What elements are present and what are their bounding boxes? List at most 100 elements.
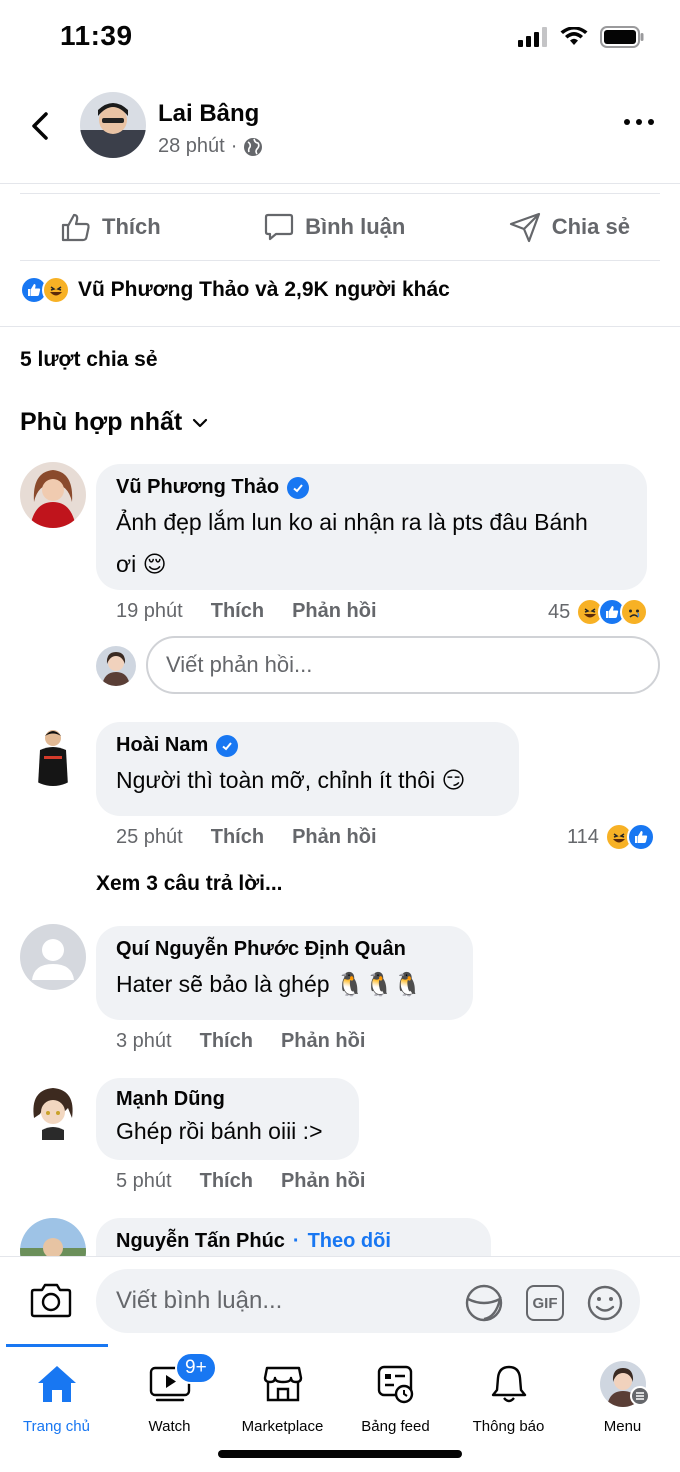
home-indicator — [218, 1450, 462, 1458]
globe-icon — [244, 137, 263, 156]
comment-reply-button[interactable]: Phản hồi — [292, 826, 376, 849]
camera-button[interactable] — [30, 1281, 72, 1324]
verified-badge-icon — [287, 476, 310, 499]
chevron-down-icon — [193, 418, 208, 427]
comment-meta: 25 phút Thích Phản hồi — [116, 826, 405, 849]
tab-feed[interactable]: Bảng feed — [339, 1358, 452, 1435]
comment-reactions[interactable]: 114 — [567, 823, 655, 851]
share-label: Chia sẻ — [551, 214, 630, 239]
comment-bubble[interactable]: Nguyễn Tấn Phúc · Theo dõi — [96, 1218, 491, 1256]
active-tab-indicator — [6, 1344, 108, 1347]
commenter-avatar[interactable] — [20, 720, 86, 786]
sort-dropdown[interactable]: Phù hợp nhất — [20, 408, 208, 437]
comment-author[interactable]: Vũ Phương Thảo — [116, 476, 279, 499]
reaction-count: 45 — [548, 600, 571, 623]
comment-meta: 19 phút Thích Phản hồi — [116, 600, 405, 623]
comment-meta: 3 phút Thích Phản hồi — [116, 1030, 393, 1053]
comment-partial: Nguyễn Tấn Phúc · Theo dõi — [0, 1216, 680, 1256]
tab-menu[interactable]: Menu — [566, 1358, 679, 1435]
battery-icon — [600, 26, 644, 48]
comment-text: Hater sẽ bảo là ghép 🐧🐧🐧 — [116, 971, 422, 997]
like-reaction-icon — [626, 823, 655, 851]
like-button[interactable]: Thích — [60, 211, 161, 243]
post-header: Lai Bâng 28 phút · — [0, 80, 680, 184]
more-dot-icon — [624, 119, 630, 125]
tab-marketplace[interactable]: Marketplace — [226, 1358, 339, 1435]
haha-reaction-icon — [42, 276, 70, 304]
comment-bubble[interactable]: Hoài Nam Người thì toàn mỡ, chỉnh ít thô… — [96, 722, 519, 816]
comment-author[interactable]: Quí Nguyễn Phước Định Quân — [116, 938, 406, 961]
commenter-avatar[interactable] — [20, 1078, 86, 1144]
wifi-icon — [560, 27, 588, 45]
tab-watch[interactable]: 9+ Watch — [113, 1352, 226, 1435]
comment-meta: 5 phút Thích Phản hồi — [116, 1170, 393, 1193]
comment-author[interactable]: Mạnh Dũng — [116, 1088, 225, 1111]
comment-text: Người thì toàn mỡ, chỉnh ít thôi 😏 — [116, 767, 466, 793]
chevron-left-icon — [32, 112, 48, 140]
commenter-avatar[interactable] — [20, 1218, 86, 1256]
post-author-name[interactable]: Lai Bâng — [158, 100, 259, 128]
signal-icon — [518, 27, 547, 47]
sticker-icon[interactable] — [464, 1283, 504, 1323]
feed-icon — [377, 1365, 413, 1404]
follow-link[interactable]: Theo dõi — [308, 1230, 391, 1253]
comment-label: Bình luận — [305, 214, 406, 239]
comment-text: Ảnh đẹp lắm lun ko ai nhận ra là pts đâu… — [116, 509, 588, 535]
post-time[interactable]: 28 phút — [158, 135, 225, 158]
comment-reactions[interactable]: 45 — [548, 598, 649, 626]
tab-notifications[interactable]: Thông báo — [452, 1358, 565, 1435]
comment-time: 5 phút — [116, 1170, 172, 1192]
comment-time: 3 phút — [116, 1030, 172, 1052]
sad-reaction-icon — [620, 598, 649, 626]
back-button[interactable] — [24, 106, 56, 146]
share-button[interactable]: Chia sẻ — [508, 211, 630, 243]
comment-bubble[interactable]: Vũ Phương Thảo Ảnh đẹp lắm lun ko ai nhậ… — [96, 464, 647, 590]
commenter-avatar[interactable] — [20, 462, 86, 528]
menu-icon — [630, 1386, 650, 1406]
post-action-bar: Thích Bình luận Chia sẻ — [20, 193, 660, 261]
reactions-summary[interactable]: Vũ Phương Thảo và 2,9K người khác — [20, 276, 450, 304]
comment-like-button[interactable]: Thích — [200, 1170, 253, 1193]
comment-text: Ghép rồi bánh oiii :> — [116, 1118, 323, 1144]
tab-label: Trang chủ — [23, 1418, 90, 1435]
shares-count[interactable]: 5 lượt chia sẻ — [20, 348, 158, 372]
camera-icon — [30, 1283, 72, 1318]
status-bar: 11:39 — [0, 0, 680, 80]
more-dot-icon — [636, 119, 642, 125]
share-icon — [509, 212, 540, 243]
comment-like-button[interactable]: Thích — [211, 826, 264, 849]
comment-like-button[interactable]: Thích — [211, 600, 264, 623]
comment-author[interactable]: Hoài Nam — [116, 734, 208, 757]
tab-home[interactable]: Trang chủ — [0, 1358, 113, 1435]
tab-label: Bảng feed — [361, 1418, 430, 1435]
comment-icon — [264, 213, 294, 241]
marketplace-icon — [263, 1366, 302, 1402]
comment-reply-button[interactable]: Phản hồi — [281, 1170, 365, 1193]
commenter-avatar[interactable] — [20, 924, 86, 990]
comment-bubble[interactable]: Quí Nguyễn Phước Định Quân Hater sẽ bảo … — [96, 926, 473, 1020]
watch-badge: 9+ — [175, 1352, 217, 1384]
author-avatar[interactable] — [80, 92, 146, 158]
sort-label: Phù hợp nhất — [20, 408, 183, 436]
reply-input[interactable]: Viết phản hồi... — [146, 636, 660, 694]
comment-author[interactable]: Nguyễn Tấn Phúc — [116, 1230, 285, 1253]
tab-label: Marketplace — [241, 1418, 324, 1435]
reaction-count: 114 — [567, 825, 599, 848]
comment-reply-button[interactable]: Phản hồi — [281, 1030, 365, 1053]
view-replies-link[interactable]: Xem 3 câu trả lời... — [96, 872, 283, 896]
comment-bubble[interactable]: Mạnh Dũng Ghép rồi bánh oiii :> — [96, 1078, 359, 1160]
more-options-button[interactable] — [624, 112, 654, 132]
comment-compose-bar: Viết bình luận... GIF — [0, 1256, 680, 1344]
post-meta: 28 phút · — [158, 135, 263, 158]
status-icons — [518, 26, 644, 48]
verified-badge-icon — [216, 734, 239, 757]
gif-button[interactable]: GIF — [526, 1285, 564, 1321]
comment-time: 25 phút — [116, 826, 183, 848]
comment-like-button[interactable]: Thích — [200, 1030, 253, 1053]
emoji-icon[interactable] — [586, 1284, 624, 1322]
comment-button[interactable]: Bình luận — [263, 211, 405, 243]
home-icon — [37, 1366, 76, 1402]
tab-label: Watch — [148, 1418, 191, 1435]
like-label: Thích — [102, 214, 161, 239]
comment-reply-button[interactable]: Phản hồi — [292, 600, 376, 623]
